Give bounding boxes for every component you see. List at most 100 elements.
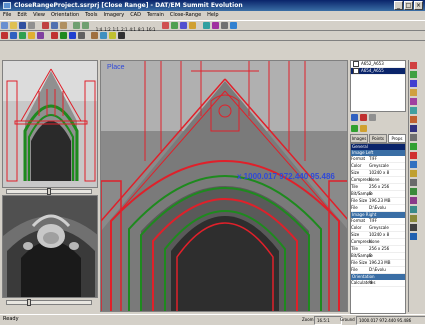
tab-images[interactable]: Images: [350, 134, 368, 143]
menu-cad[interactable]: CAD: [127, 11, 144, 20]
tool-line-icon[interactable]: [410, 71, 417, 78]
warning-icon[interactable]: [360, 125, 367, 132]
property-key: Tile: [351, 184, 359, 189]
property-row: Color Greyscale: [351, 163, 405, 170]
tool-point-icon[interactable]: [410, 62, 417, 69]
tool-curve-icon[interactable]: [410, 98, 417, 105]
detail-image[interactable]: [3, 196, 98, 298]
tool-export-icon[interactable]: [410, 233, 417, 240]
overview-image[interactable]: [3, 61, 98, 188]
menu-close-range[interactable]: Close-Range: [167, 11, 204, 20]
add-image-icon[interactable]: [351, 114, 358, 121]
refresh-icon[interactable]: [369, 114, 376, 121]
layer-icon[interactable]: [202, 22, 210, 29]
image-pair-checkbox[interactable]: [353, 68, 359, 74]
menu-edit[interactable]: Edit: [14, 11, 30, 20]
detail-slider[interactable]: [6, 299, 92, 306]
property-row: File D:\Evolu: [351, 267, 405, 274]
tool-redo-icon[interactable]: [410, 188, 417, 195]
menu-file[interactable]: File: [0, 11, 14, 20]
property-key: File Size: [351, 198, 368, 203]
tool-break-icon[interactable]: [410, 152, 417, 159]
rotate-icon[interactable]: [37, 32, 44, 39]
copy-icon[interactable]: [50, 22, 58, 29]
tool-delete-icon[interactable]: [410, 134, 417, 141]
overview-slider-thumb[interactable]: [47, 188, 51, 195]
main-stereo-view[interactable]: Place x 1000.017 972.440 95.486: [100, 60, 348, 312]
image-pair-item[interactable]: A654_A655: [351, 68, 405, 75]
tool-move-icon[interactable]: [410, 125, 417, 132]
close-icon[interactable]: ×: [414, 1, 423, 10]
detail-image-panel[interactable]: [2, 195, 98, 298]
tool-join-icon[interactable]: [410, 161, 417, 168]
tool-layers-icon[interactable]: [410, 197, 417, 204]
point-tool-icon[interactable]: [161, 22, 169, 29]
tool-circle-icon[interactable]: [410, 89, 417, 96]
detail-slider-thumb[interactable]: [27, 299, 31, 306]
tool-props-icon[interactable]: [410, 215, 417, 222]
measure-icon[interactable]: [19, 32, 26, 39]
draw-red-icon[interactable]: [50, 32, 58, 39]
paste-icon[interactable]: [59, 22, 67, 29]
polygon-tool-icon[interactable]: [179, 22, 187, 29]
settings-icon[interactable]: [220, 22, 228, 29]
image-pair-checkbox[interactable]: [353, 61, 359, 67]
cut-icon[interactable]: [41, 22, 49, 29]
camera-icon[interactable]: [91, 32, 99, 39]
new-file-icon[interactable]: [1, 22, 8, 29]
image-pair-item[interactable]: A652_A653: [351, 61, 405, 68]
erase-icon[interactable]: [77, 32, 85, 39]
app-icon: [3, 2, 11, 9]
pan-icon[interactable]: [10, 32, 17, 39]
tool-rect-icon[interactable]: [410, 107, 417, 114]
property-value: 196.23 MB: [369, 198, 391, 203]
draw-green-icon[interactable]: [59, 32, 67, 39]
title-bar: CloseRangeProject.ssrprj [Close Range] -…: [0, 0, 425, 11]
tool-options-icon[interactable]: [410, 224, 417, 231]
open-folder-icon[interactable]: [10, 22, 17, 29]
menu-tools[interactable]: Tools: [82, 11, 100, 20]
tool-undo-icon[interactable]: [410, 179, 417, 186]
line-tool-icon[interactable]: [170, 22, 178, 29]
zoom-in-icon[interactable]: [73, 22, 81, 29]
cursor-icon[interactable]: [1, 32, 8, 39]
print-icon[interactable]: [28, 22, 35, 29]
property-key: File: [351, 267, 358, 272]
tool-edit-icon[interactable]: [410, 116, 417, 123]
main-image[interactable]: Place x 1000.017 972.440 95.486: [101, 61, 348, 312]
save-icon[interactable]: [19, 22, 26, 29]
property-value: 8: [369, 191, 372, 196]
menu-imagery[interactable]: Imagery: [101, 11, 128, 20]
tool-snap-icon[interactable]: [410, 143, 417, 150]
overview-slider[interactable]: [6, 188, 92, 195]
contrast-icon[interactable]: [118, 32, 126, 39]
tab-props[interactable]: Props: [388, 134, 406, 143]
check-icon[interactable]: [351, 125, 358, 132]
draw-blue-icon[interactable]: [68, 32, 76, 39]
stereo-icon[interactable]: [100, 32, 108, 39]
overview-image-panel[interactable]: [2, 60, 98, 188]
tool-info-icon[interactable]: [410, 206, 417, 213]
minimize-icon[interactable]: _: [394, 1, 403, 10]
tab-points[interactable]: Points: [369, 134, 387, 143]
property-key: File Size: [351, 260, 368, 265]
menu-orientation[interactable]: Orientation: [48, 11, 82, 20]
tool-arc-icon[interactable]: [410, 80, 417, 87]
zoom-out-icon[interactable]: [82, 22, 90, 29]
snap-icon[interactable]: [188, 22, 196, 29]
property-key: Color: [351, 225, 362, 230]
property-value: 10240 x 8: [369, 170, 390, 175]
feature-icon[interactable]: [211, 22, 219, 29]
menu-view[interactable]: View: [30, 11, 48, 20]
lock-icon[interactable]: [28, 32, 35, 39]
ground-value: 1000.017 972.440 95.486: [356, 316, 425, 325]
bright-icon[interactable]: [109, 32, 117, 39]
maximize-icon[interactable]: □: [404, 1, 413, 10]
tool-extend-icon[interactable]: [410, 170, 417, 177]
property-key: Tile: [351, 246, 359, 251]
help-icon[interactable]: [229, 22, 237, 29]
remove-image-icon[interactable]: [360, 114, 367, 121]
menu-terrain[interactable]: Terrain: [144, 11, 167, 20]
menu-help[interactable]: Help: [204, 11, 221, 20]
property-row: File Size 196.23 MB: [351, 198, 405, 205]
